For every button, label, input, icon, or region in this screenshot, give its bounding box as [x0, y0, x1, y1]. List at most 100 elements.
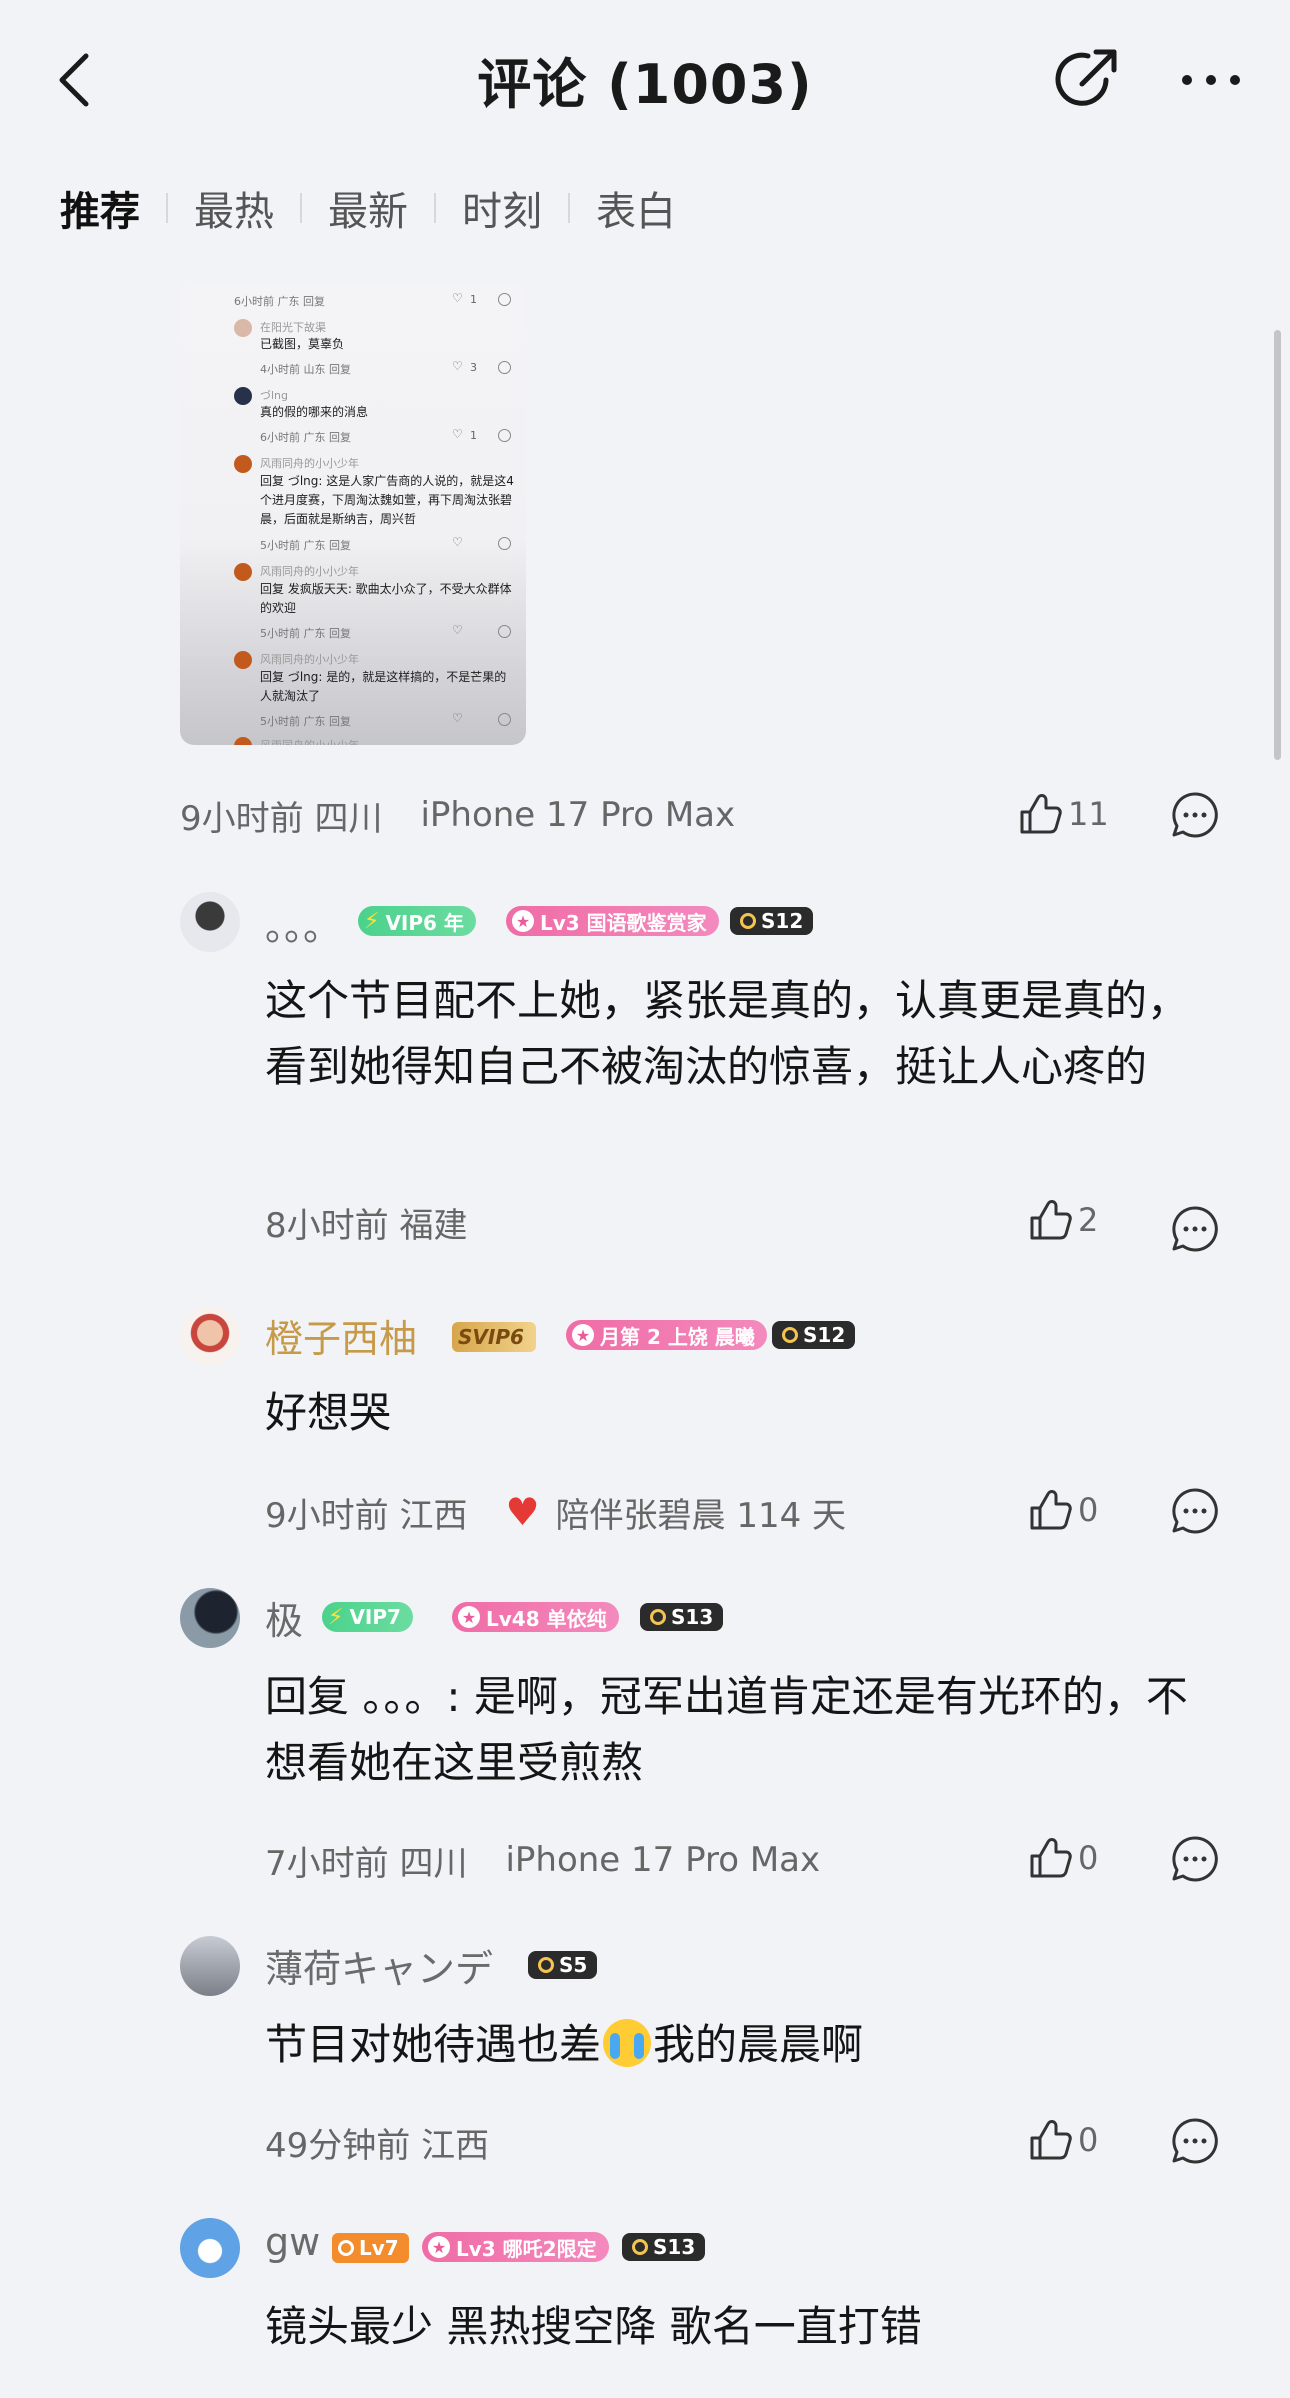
season-icon — [632, 2239, 648, 2255]
level-badge[interactable]: ★ Lv3 国语歌鉴赏家 — [506, 906, 719, 936]
thumb-meta: 4小时前 山东 回复 — [260, 363, 351, 376]
attached-screenshot[interactable]: 6小时前 广东 回复 ♡ 1 在阳光下故渠 已截图，莫辜负 4小时前 山东 回复… — [180, 285, 526, 745]
username[interactable]: 薄荷キャンデ — [265, 1938, 493, 1993]
heart-icon: ♡ — [452, 359, 463, 373]
tab-moments[interactable]: 时刻 — [462, 179, 542, 237]
thumb-username: 风雨同舟的小小少年 — [260, 737, 359, 745]
more-icon — [1182, 75, 1240, 85]
avatar — [234, 319, 252, 337]
heart-icon: ♡ — [452, 535, 463, 549]
level-badge[interactable]: Lv7 — [332, 2233, 409, 2263]
share-button[interactable] — [1054, 44, 1124, 114]
season-badge[interactable]: S12 — [772, 1321, 856, 1349]
vip-badge[interactable]: ⚡ VIP6 年 — [358, 906, 476, 936]
like-count: 2 — [1078, 1201, 1099, 1239]
reply-button[interactable] — [1170, 2116, 1220, 2166]
like-button[interactable]: 2 — [1026, 1196, 1098, 1244]
season-icon — [650, 1609, 666, 1625]
comments-page: 评论 (1003) 推荐 最热 最新 时刻 表白 6小时前 广东 回复 ♡ 1 … — [0, 0, 1290, 2398]
thumbs-up-icon — [1020, 794, 1062, 834]
avatar — [234, 651, 252, 669]
thumb-comment: 真的假的哪来的消息 — [260, 405, 369, 419]
time-location: 9小时前 江西 — [265, 1495, 468, 1536]
like-count: 0 — [1078, 1491, 1099, 1529]
comment-bubble-icon — [1172, 792, 1218, 838]
companion-days: 陪伴张碧晨 114 天 — [555, 1495, 847, 1536]
crying-face-icon — [603, 2019, 652, 2067]
vip-badge[interactable]: ⚡ VIP7 — [322, 1602, 413, 1632]
season-badge[interactable]: S5 — [528, 1951, 598, 1979]
avatar[interactable] — [180, 892, 240, 952]
tab-newest[interactable]: 最新 — [328, 179, 408, 237]
emoji-icon — [498, 713, 511, 726]
comment-bubble-icon — [1172, 1488, 1218, 1534]
tab-bar: 推荐 最热 最新 时刻 表白 — [60, 178, 676, 238]
thumb-username: 风雨同舟的小小少年 — [260, 565, 359, 578]
level-badge[interactable]: ★ Lv48 单依纯 — [452, 1602, 619, 1632]
season-icon — [740, 913, 756, 929]
time-location: 9小时前 四川 — [180, 798, 383, 839]
username[interactable]: gw — [265, 2220, 320, 2264]
avatar[interactable] — [180, 2218, 240, 2278]
svip-badge[interactable]: SVIP6 — [452, 1322, 536, 1352]
heart-icon: ♡ — [452, 623, 463, 637]
season-badge[interactable]: S13 — [622, 2233, 706, 2261]
emoji-icon — [498, 625, 511, 638]
thumb-meta: 6小时前 广东 回复 — [234, 295, 325, 308]
reply-button[interactable] — [1170, 790, 1220, 840]
like-button[interactable]: 11 — [1016, 790, 1109, 838]
limited-badge[interactable]: ★ Lv3 哪吒2限定 — [422, 2232, 609, 2262]
comment-meta: 9小时前 江西 ♥ 陪伴张碧晨 114 天 — [265, 1482, 846, 1542]
more-button[interactable] — [1178, 62, 1244, 98]
thumb-username: 风雨同舟的小小少年 — [260, 653, 359, 666]
username[interactable]: 。。。 — [265, 896, 341, 951]
thumbs-up-icon — [1030, 1838, 1072, 1878]
time-location: 8小时前 福建 — [265, 1205, 468, 1246]
scrollbar[interactable] — [1274, 330, 1281, 760]
tab-confession[interactable]: 表白 — [596, 179, 676, 237]
avatar — [234, 737, 252, 745]
tab-hottest[interactable]: 最热 — [194, 179, 274, 237]
tab-recommended[interactable]: 推荐 — [60, 179, 140, 237]
lightning-icon: ⚡ — [364, 908, 380, 934]
reply-button[interactable] — [1170, 1204, 1220, 1254]
post-meta: 9小时前 四川 iPhone 17 Pro Max — [180, 785, 735, 845]
reply-button[interactable] — [1170, 1486, 1220, 1536]
emoji-icon — [498, 293, 511, 306]
avatar — [234, 563, 252, 581]
avatar — [234, 455, 252, 473]
share-icon — [1055, 49, 1117, 106]
thumb-username: 在阳光下故渠 — [260, 321, 326, 334]
tab-divider — [568, 193, 570, 223]
thumb-meta: 5小时前 广东 回复 — [260, 627, 351, 640]
username[interactable]: 极 — [265, 1590, 303, 1645]
star-icon: ★ — [428, 2236, 450, 2258]
avatar — [234, 387, 252, 405]
season-icon — [782, 1327, 798, 1343]
like-button[interactable]: 0 — [1026, 1486, 1098, 1534]
avatar[interactable] — [180, 1936, 240, 1996]
heart-icon: ♡ — [452, 427, 463, 441]
like-button[interactable]: 0 — [1026, 1834, 1098, 1882]
username[interactable]: 橙子西柚 — [265, 1308, 417, 1363]
thumb-like-count: 1 — [470, 293, 477, 306]
avatar[interactable] — [180, 1306, 240, 1366]
star-icon: ★ — [572, 1324, 594, 1346]
thumb-comment: 回复 づlng: 这是人家广告商的人说的，就是这4个进月度赛，下周淘汰魏如萱，再… — [260, 474, 514, 526]
reply-button[interactable] — [1170, 1834, 1220, 1884]
like-button[interactable]: 0 — [1026, 2116, 1098, 2164]
season-badge[interactable]: S13 — [640, 1603, 724, 1631]
avatar[interactable] — [180, 1588, 240, 1648]
time-location: 7小时前 四川 — [265, 1843, 468, 1884]
thumb-meta: 5小时前 广东 回复 — [260, 715, 351, 728]
thumbs-up-icon — [1030, 1490, 1072, 1530]
comment-bubble-icon — [1172, 2118, 1218, 2164]
comment-meta: 7小时前 四川 iPhone 17 Pro Max — [265, 1830, 820, 1890]
season-badge[interactable]: S12 — [730, 907, 814, 935]
thumb-username: づlng — [260, 389, 289, 402]
level-icon — [338, 2240, 354, 2256]
monthly-rank-badge[interactable]: ★ 月第 2 上饶 晨曦 — [566, 1320, 767, 1350]
comment-text: 回复 。。。: 是啊，冠军出道肯定还是有光环的，不想看她在这里受煎熬 — [265, 1672, 1188, 1787]
device-label: iPhone 17 Pro Max — [420, 795, 736, 835]
thumb-meta: 6小时前 广东 回复 — [260, 431, 351, 444]
